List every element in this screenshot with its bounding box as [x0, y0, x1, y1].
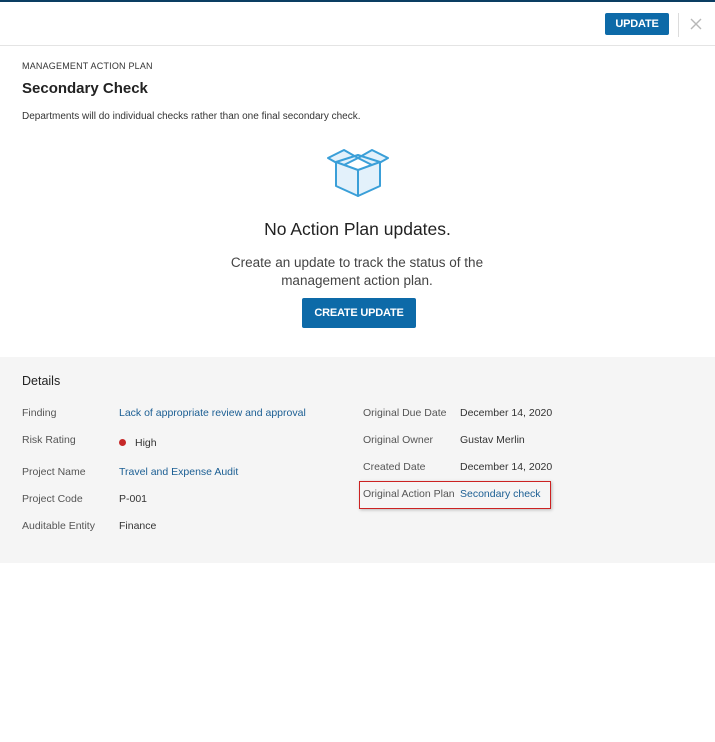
owner-label: Original Owner	[363, 434, 434, 446]
details-heading: Details	[22, 374, 61, 388]
auditable-entity-value: Finance	[119, 520, 157, 532]
finding-label: Finding	[22, 407, 57, 419]
due-date-value: December 14, 2020	[460, 407, 553, 419]
finding-link[interactable]: Lack of appropriate review and approval	[119, 407, 306, 419]
empty-state-subtitle: Create an update to track the status of …	[230, 255, 484, 288]
close-button[interactable]	[686, 14, 706, 34]
risk-label: Risk Rating	[22, 434, 76, 446]
auditable-entity-label: Auditable Entity	[22, 520, 95, 532]
due-date-label: Original Due Date	[363, 407, 447, 419]
open-box-icon	[327, 149, 389, 197]
project-code-label: Project Code	[22, 493, 83, 505]
plan-description: Departments will do individual checks ra…	[22, 111, 361, 122]
created-date-label: Created Date	[363, 461, 426, 473]
details-panel: Details Finding Lack of appropriate revi…	[0, 357, 715, 563]
create-update-button[interactable]: CREATE UPDATE	[302, 298, 416, 328]
risk-value: High	[119, 437, 157, 449]
project-name-label: Project Name	[22, 466, 86, 478]
section-eyebrow: MANAGEMENT ACTION PLAN	[22, 61, 153, 71]
risk-indicator-dot	[119, 438, 126, 446]
page-title: Secondary Check	[22, 80, 148, 97]
close-icon	[690, 18, 702, 30]
toolbar-divider	[678, 13, 679, 37]
highlight-annotation	[359, 481, 551, 509]
owner-value: Gustav Merlin	[460, 434, 525, 446]
toolbar: UPDATE	[0, 2, 715, 46]
project-name-link[interactable]: Travel and Expense Audit	[119, 466, 238, 478]
empty-state-title: No Action Plan updates.	[264, 219, 451, 239]
risk-level-text: High	[135, 437, 157, 449]
update-button[interactable]: UPDATE	[605, 13, 669, 35]
project-code-value: P-001	[119, 493, 148, 505]
created-date-value: December 14, 2020	[460, 461, 553, 473]
